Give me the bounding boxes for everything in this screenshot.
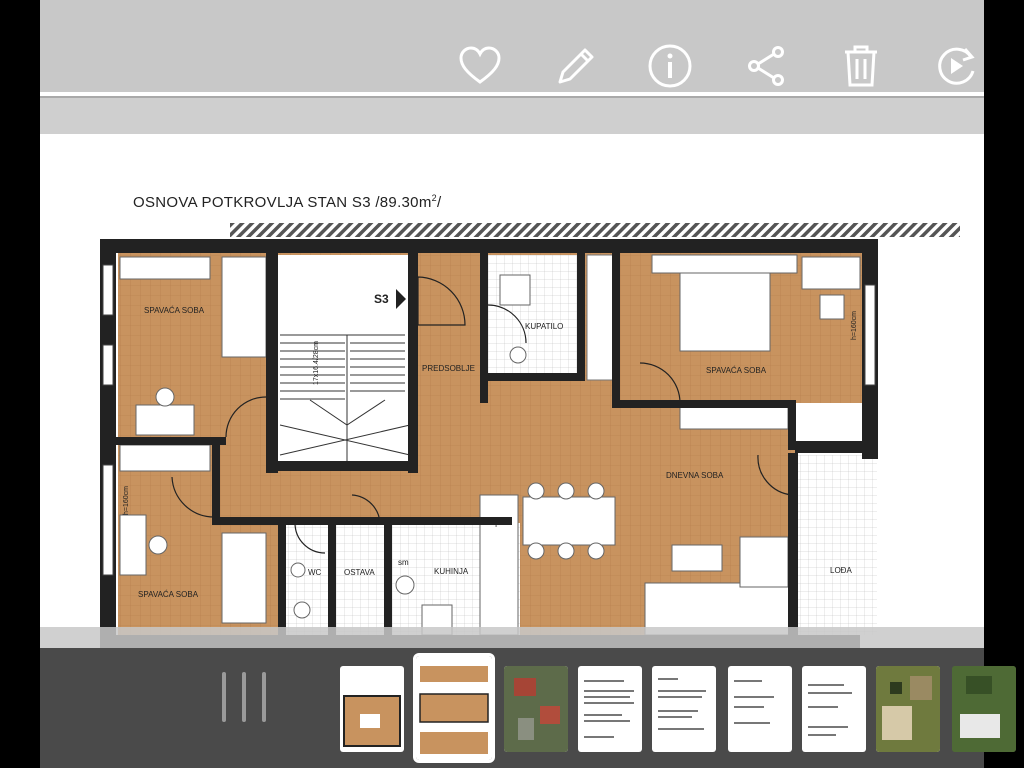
stairs-dim: 17x16.4/28cm	[313, 341, 320, 385]
next-thumbnail-peek[interactable]	[952, 666, 1016, 752]
plan-title: OSNOVA POTKROVLJA STAN S3 /89.30m2/	[133, 193, 442, 211]
room-label: LOĐA	[830, 566, 852, 575]
room-label: OSTAVA	[344, 568, 375, 577]
thumbnail-strip	[40, 648, 984, 768]
secondary-bar	[40, 96, 984, 134]
window-dim: h=160cm	[123, 486, 130, 515]
heart-icon	[459, 46, 501, 84]
room-label: DNEVNA SOBA	[666, 471, 724, 480]
shower-area	[586, 254, 616, 381]
room-label: PREDSOBLJE	[422, 364, 475, 373]
rotate-play-button[interactable]	[932, 42, 980, 90]
stairwell	[278, 255, 408, 467]
thumbnail[interactable]	[578, 666, 642, 752]
room-label: WC	[308, 568, 322, 577]
roof-hatch	[230, 223, 960, 237]
image-viewer: OSNOVA POTKROVLJA STAN S3 /89.30m2/ SPAV…	[40, 0, 984, 768]
thumbnail[interactable]	[340, 666, 404, 752]
room-label: SPAVAĆA SOBA	[138, 590, 199, 599]
room-label: SPAVAĆA SOBA	[706, 366, 767, 375]
thumbnail[interactable]	[652, 666, 716, 752]
thumbnail[interactable]	[802, 666, 866, 752]
drag-handle[interactable]	[222, 672, 266, 722]
bathroom-floor	[487, 255, 577, 375]
unit-tag: S3	[374, 292, 389, 306]
thumbnail-selected[interactable]	[413, 653, 495, 763]
favorite-button[interactable]	[456, 42, 504, 90]
thumbnail[interactable]	[504, 666, 568, 752]
share-icon	[748, 46, 784, 86]
floor-plan: SPAVAĆA SOBA SPAVAĆA SOBA SPAVAĆA SOBA K…	[40, 223, 984, 655]
top-toolbar	[40, 0, 984, 92]
info-icon	[648, 44, 692, 88]
share-button[interactable]	[742, 42, 790, 90]
room-label: KUPATILO	[525, 322, 563, 331]
trash-icon	[845, 45, 877, 87]
delete-button[interactable]	[837, 42, 885, 90]
window-dim: h=160cm	[851, 311, 858, 340]
loggia-floor	[795, 455, 877, 635]
thumbnail[interactable]	[876, 666, 940, 752]
room-label: sm	[398, 558, 409, 567]
rotate-play-icon	[938, 47, 975, 85]
info-button[interactable]	[646, 42, 694, 90]
pencil-icon	[558, 48, 594, 84]
thumbnail[interactable]	[728, 666, 792, 752]
room-label: SPAVAĆA SOBA	[144, 306, 205, 315]
room-label: KUHINJA	[434, 567, 469, 576]
edit-button[interactable]	[552, 42, 600, 90]
